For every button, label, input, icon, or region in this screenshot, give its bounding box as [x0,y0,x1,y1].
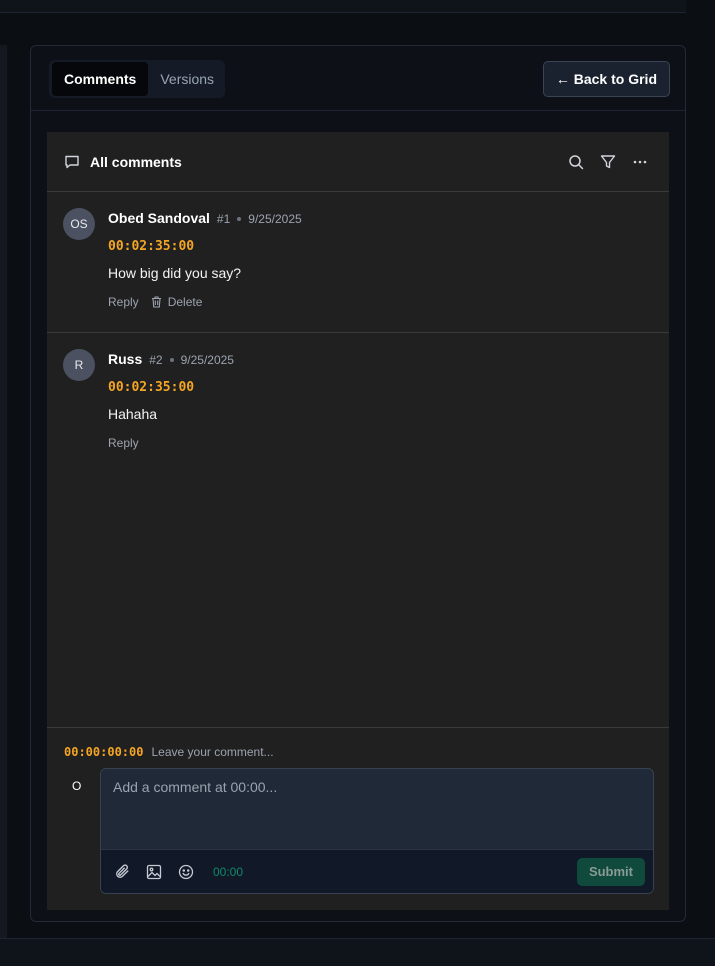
separator-dot [169,358,174,362]
composer-avatar: O [72,779,82,793]
comment-actions: Reply [108,436,659,450]
comments-actions [567,153,649,171]
trash-icon [151,296,163,308]
submit-button[interactable]: Submit [576,858,645,886]
comment-timecode[interactable]: 00:02:35:00 [108,380,659,395]
back-to-grid-button[interactable]: ← Back to Grid [542,61,670,97]
avatar: OS [63,208,95,240]
comment-number: #1 [216,212,231,226]
comment-text: How big did you say? [108,265,242,281]
delete-button[interactable]: Delete [151,295,203,309]
comment-item: OS Obed Sandoval #1 9/25/2025 00:02:35:0… [47,192,669,333]
reply-button[interactable]: Reply [108,436,139,450]
comments-title: All comments [63,153,182,171]
comment-author: Russ [108,351,143,367]
top-bar [0,0,686,13]
emoji-icon[interactable] [177,863,195,881]
bottom-bar [0,938,715,966]
comment-text: Hahaha [108,406,158,422]
more-icon[interactable] [631,153,649,171]
comments-header: All comments [47,132,669,192]
comment-body: Obed Sandoval #1 9/25/2025 00:02:35:00 H… [108,210,659,309]
image-icon[interactable] [145,863,163,881]
comment-date: 9/25/2025 [248,212,302,226]
comment-meta: Obed Sandoval #1 9/25/2025 [108,210,659,226]
comment-body: Russ #2 9/25/2025 00:02:35:00 Hahaha Rep… [108,351,659,450]
tab-versions[interactable]: Versions [148,62,226,96]
filter-icon[interactable] [599,153,617,171]
comments-title-label: All comments [90,154,182,170]
separator-dot [237,217,242,221]
comment-author: Obed Sandoval [108,210,210,226]
search-icon[interactable] [567,153,585,171]
composer-hint: Leave your comment... [151,745,274,759]
comments-panel: Comments Versions ← Back to Grid All com… [30,45,686,922]
composer-timecode: 00:00:00:00 [64,745,144,759]
paperclip-icon[interactable] [113,863,131,881]
composer-meta: 00:00:00:00 Leave your comment... [64,745,274,759]
left-side-panel [0,45,7,939]
comment-actions: Reply Delete [108,295,659,309]
tab-group: Comments Versions [49,60,225,98]
reply-button[interactable]: Reply [108,295,139,309]
comment-bubble-icon [63,153,81,171]
comment-number: #2 [149,353,163,367]
tab-comments[interactable]: Comments [52,62,149,96]
comment-composer: 00:00 Submit [100,768,654,894]
comments-box: All comments OS Obed Sandoval #1 9/25/20… [47,132,669,910]
comment-meta: Russ #2 9/25/2025 [108,351,659,367]
comment-timecode[interactable]: 00:02:35:00 [108,239,659,254]
composer-toolbar: 00:00 Submit [101,849,653,893]
divider [31,110,685,111]
delete-label: Delete [167,295,203,309]
toolbar-timecode: 00:00 [213,864,244,879]
avatar: R [63,349,95,381]
comment-input[interactable] [101,769,653,850]
comment-date: 9/25/2025 [180,353,234,367]
comment-item: R Russ #2 9/25/2025 00:02:35:00 Hahaha R… [47,333,669,483]
divider [47,727,669,728]
